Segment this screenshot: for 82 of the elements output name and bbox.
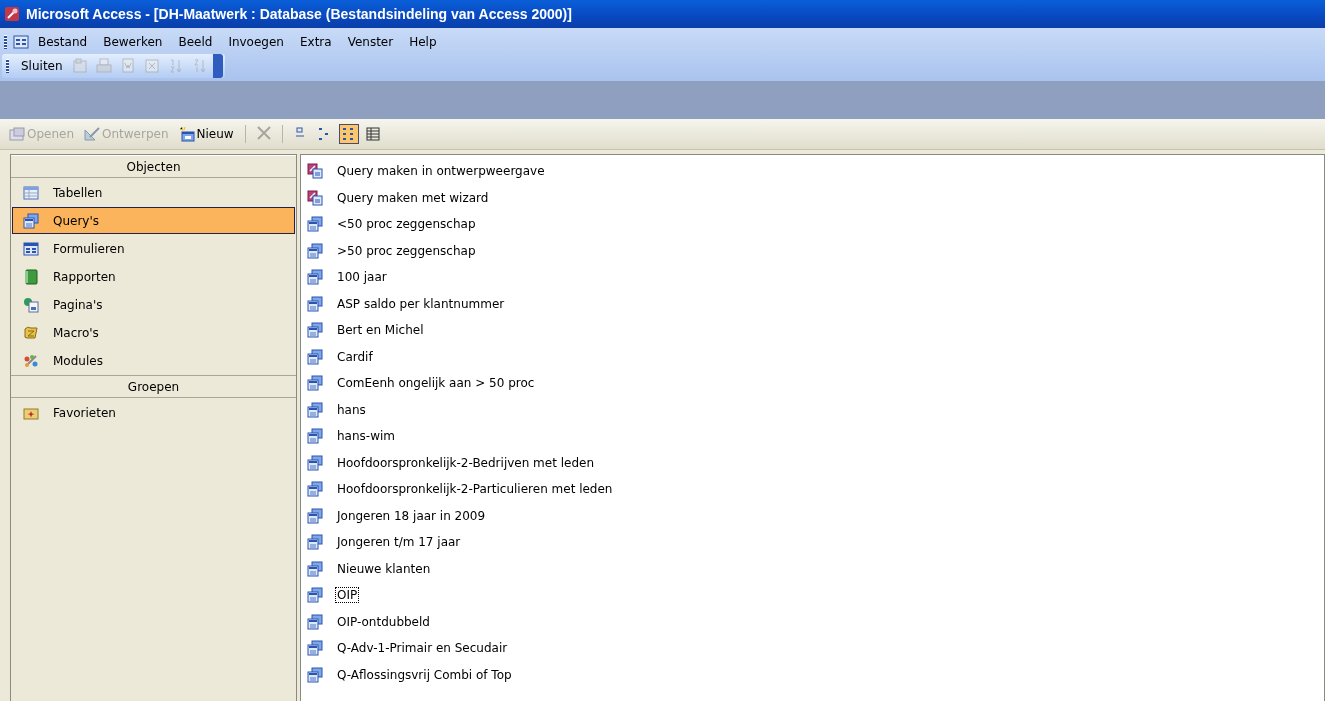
sort-descending-icon: [191, 58, 208, 74]
query-icon: [23, 212, 39, 229]
list-item[interactable]: Hoofdoorspronkelijk-2-Particulieren met leden: [335, 481, 615, 498]
query-icon: [307, 587, 323, 604]
query-icon: [307, 507, 323, 524]
list-item[interactable]: 100 jaar: [335, 269, 389, 286]
list-item[interactable]: ASP saldo per klantnummer: [335, 295, 507, 312]
section-header[interactable]: Groepen: [11, 375, 296, 398]
query-icon: [307, 481, 323, 498]
query-icon: [307, 613, 323, 630]
document-icon: [119, 58, 136, 74]
report-icon: [23, 268, 39, 285]
query-icon: [307, 401, 323, 418]
list-item[interactable]: >50 proc zeggenschap: [335, 242, 478, 259]
list-item[interactable]: Q-Aflossingsvrij Combi of Top: [335, 666, 514, 683]
sidebar-item[interactable]: Macro's: [12, 319, 295, 346]
sidebar-item[interactable]: Rapporten: [12, 263, 295, 290]
query-icon: [307, 269, 323, 286]
list-item[interactable]: Q-Adv-1-Primair en Secudair: [335, 640, 510, 657]
details-view-icon: [364, 126, 381, 142]
list-item[interactable]: hans-wim: [335, 428, 397, 445]
query-icon: [307, 560, 323, 577]
menu-item[interactable]: Extra: [292, 33, 339, 51]
list-item[interactable]: Query maken met wizard: [335, 189, 491, 206]
list-item[interactable]: Jongeren 18 jaar in 2009: [335, 507, 488, 524]
module-icon: [23, 352, 39, 369]
query-icon: [307, 322, 323, 339]
database-window-icon[interactable]: [13, 34, 29, 50]
query-icon: [307, 428, 323, 445]
query-icon: [307, 242, 323, 259]
query-icon: [307, 454, 323, 471]
sidebar-item[interactable]: Query's: [12, 207, 295, 234]
printer-icon: [95, 58, 112, 74]
new-form-icon: [178, 126, 195, 142]
query-icon: [307, 348, 323, 365]
properties-icon: [71, 58, 88, 74]
set-square-icon: [84, 126, 101, 142]
list-item[interactable]: Nieuwe klanten: [335, 560, 433, 577]
table-icon: [23, 184, 39, 201]
list-item[interactable]: <50 proc zeggenschap: [335, 216, 478, 233]
page-icon: [23, 296, 39, 313]
sidebar-item[interactable]: Favorieten: [12, 399, 295, 426]
list-item[interactable]: Query maken in ontwerpweergave: [335, 163, 547, 180]
menu-item[interactable]: Bewerken: [96, 33, 170, 51]
sidebar-item[interactable]: Modules: [12, 347, 295, 374]
query-icon: [307, 640, 323, 657]
list-item[interactable]: Hoofdoorspronkelijk-2-Bedrijven met leden: [335, 454, 597, 471]
key-icon: [4, 6, 20, 22]
window-title: Microsoft Access - [DH-Maatwerk : Database (Bestandsindeling van Access 2000)]: [26, 6, 572, 22]
folder-icon: [9, 126, 25, 142]
sidebar-item[interactable]: Pagina's: [12, 291, 295, 318]
query-icon: [307, 295, 323, 312]
form-icon: [23, 240, 39, 257]
list-item[interactable]: ComEenh ongelijk aan > 50 proc: [335, 375, 537, 392]
scroll-icon: [23, 324, 39, 341]
query-icon: [307, 375, 323, 392]
sidebar-item[interactable]: Formulieren: [12, 235, 295, 262]
query-icon: [307, 534, 323, 551]
query-icon: [307, 666, 323, 683]
sidebar-item[interactable]: Tabellen: [12, 179, 295, 206]
query-icon: [307, 216, 323, 233]
list-item[interactable]: Jongeren t/m 17 jaar: [335, 534, 463, 551]
list-item[interactable]: OIP-ontdubbeld: [335, 613, 432, 630]
view-button[interactable]: [338, 124, 359, 144]
menu-item[interactable]: Venster: [340, 33, 401, 51]
menu-item[interactable]: Beeld: [171, 33, 220, 51]
list-item[interactable]: Bert en Michel: [335, 322, 426, 339]
menu-item[interactable]: Help: [402, 33, 444, 51]
menu-item[interactable]: Bestand: [31, 33, 95, 51]
wizard-icon: [307, 163, 323, 180]
spreadsheet-icon: [143, 58, 160, 74]
menu-item[interactable]: Invoegen: [221, 33, 291, 51]
list-item[interactable]: OIP: [335, 587, 360, 604]
toolbar-button[interactable]: Nieuw: [175, 123, 237, 145]
list-item[interactable]: hans: [335, 401, 368, 418]
toolbar-options-button[interactable]: [212, 54, 223, 78]
close-button[interactable]: Sluiten: [19, 57, 65, 75]
wizard-icon: [307, 189, 323, 206]
list-item[interactable]: Cardif: [335, 348, 375, 365]
toolbar-grip[interactable]: [4, 35, 7, 49]
section-header[interactable]: Objecten: [11, 155, 296, 178]
sort-ascending-icon: [167, 58, 184, 74]
